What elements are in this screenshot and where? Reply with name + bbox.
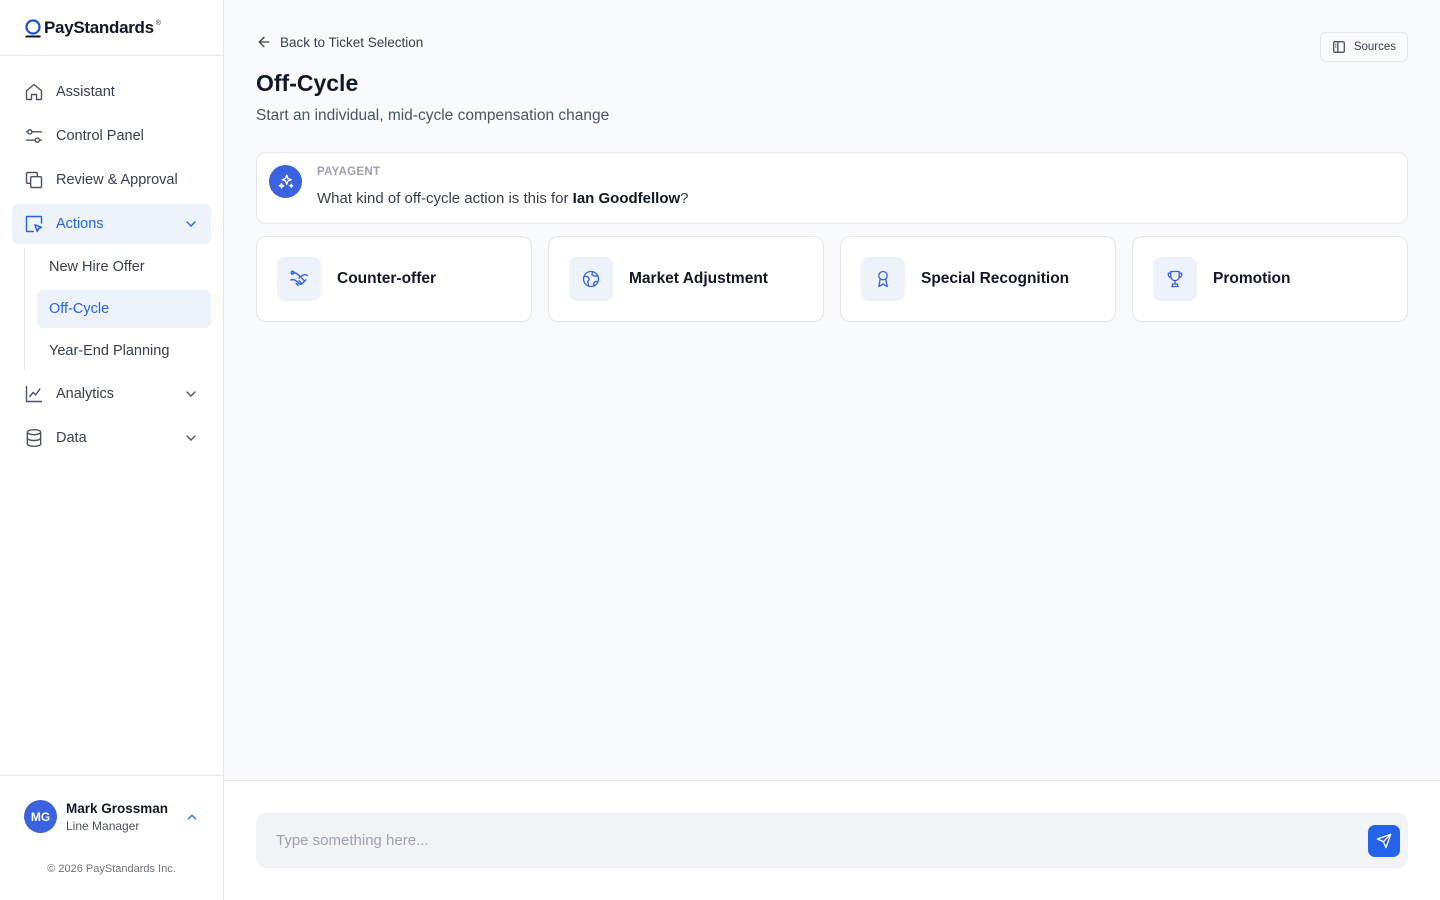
sidebar-subitem-year-end-planning[interactable]: Year-End Planning [37,332,211,370]
sidebar-subitem-new-hire-offer[interactable]: New Hire Offer [37,248,211,286]
chevron-down-icon [186,221,196,227]
copyright: © 2026 PayStandards Inc. [47,863,176,875]
back-to-ticket-selection-link[interactable]: Back to Ticket Selection [256,34,423,50]
sidebar-item-review-approval[interactable]: Review & Approval [12,160,211,200]
paystandards-logo-icon [25,18,41,37]
page-title: Off-Cycle [256,70,359,96]
employee-name: Ian Goodfellow [572,190,681,207]
chevron-up-icon [187,813,197,819]
composer-area [224,780,1440,900]
option-label: Promotion [1213,270,1291,287]
sidebar-item-control-panel[interactable]: Control Panel [12,116,211,156]
actions-subnav: New Hire Offer Off-Cycle Year-End Planni… [24,248,211,370]
sidebar-item-data[interactable]: Data [12,418,211,458]
sliders-icon [24,126,44,146]
brand-trademark: ® [155,20,161,27]
user-info: Mark Grossman Line Manager [66,801,185,833]
database-icon [24,428,44,448]
user-name: Mark Grossman [66,800,169,816]
send-icon [1376,833,1392,848]
copy-icon [24,170,44,190]
trophy-icon [1153,257,1197,301]
sidebar-item-label: Review & Approval [56,172,178,188]
back-link-label: Back to Ticket Selection [280,34,424,50]
line-chart-icon [24,384,44,404]
page-subtitle: Start an individual, mid-cycle compensat… [256,107,610,124]
sparkles-icon [269,165,302,198]
logo[interactable]: PayStandards ® [24,18,161,38]
option-market-adjustment[interactable]: Market Adjustment [548,236,824,322]
agent-message: What kind of off-cycle action is this fo… [317,190,689,207]
user-menu: MG Mark Grossman Line Manager © 2026 Pay… [0,775,223,900]
cursor-click-icon [24,214,44,234]
handshake-icon [277,257,321,301]
sidebar-item-label: Assistant [56,84,115,100]
sidebar: PayStandards ® Assistant Control Panel R… [0,0,224,900]
sidebar-item-label: Control Panel [56,128,144,144]
sidebar-item-analytics[interactable]: Analytics [12,374,211,414]
home-icon [24,82,44,102]
brand-name: PayStandards [44,17,154,37]
panel-icon [1332,41,1345,53]
sources-button[interactable]: Sources [1319,32,1408,62]
user-menu-trigger[interactable]: MG Mark Grossman Line Manager [0,776,223,833]
avatar: MG [24,800,57,833]
message-input[interactable] [256,813,1368,868]
sidebar-item-label: Analytics [56,386,115,402]
agent-message-card: PAYAGENT What kind of off-cycle action i… [256,152,1408,224]
logo-row: PayStandards ® [0,0,223,56]
sidebar-item-assistant[interactable]: Assistant [12,72,211,112]
globe-icon [569,257,613,301]
message-composer [256,813,1408,868]
sidebar-item-label: Actions [56,216,104,232]
sidebar-item-label: Data [56,430,87,446]
send-button[interactable] [1368,824,1400,857]
option-counter-offer[interactable]: Counter-offer [256,236,532,322]
sources-label: Sources [1353,41,1396,53]
agent-name: PAYAGENT [317,166,381,178]
option-label: Market Adjustment [629,270,768,287]
option-special-recognition[interactable]: Special Recognition [840,236,1116,322]
award-icon [861,257,905,301]
arrow-left-icon [258,36,270,48]
sidebar-subitem-off-cycle[interactable]: Off-Cycle [37,290,211,328]
user-role: Line Manager [66,818,140,833]
agent-message-text: What kind of off-cycle action is this fo… [317,190,573,207]
option-label: Special Recognition [921,270,1070,287]
chevron-down-icon [186,391,196,397]
option-promotion[interactable]: Promotion [1132,236,1408,322]
option-label: Counter-offer [337,270,437,287]
main-nav: Assistant Control Panel Review & Approva… [0,56,223,458]
sidebar-item-actions[interactable]: Actions [12,204,211,244]
chevron-down-icon [186,435,196,441]
main-content: Back to Ticket Selection Sources Off-Cyc… [224,0,1440,780]
agent-message-suffix: ? [680,190,689,207]
action-options: Counter-offer Market Adjustment Special … [256,236,1408,322]
